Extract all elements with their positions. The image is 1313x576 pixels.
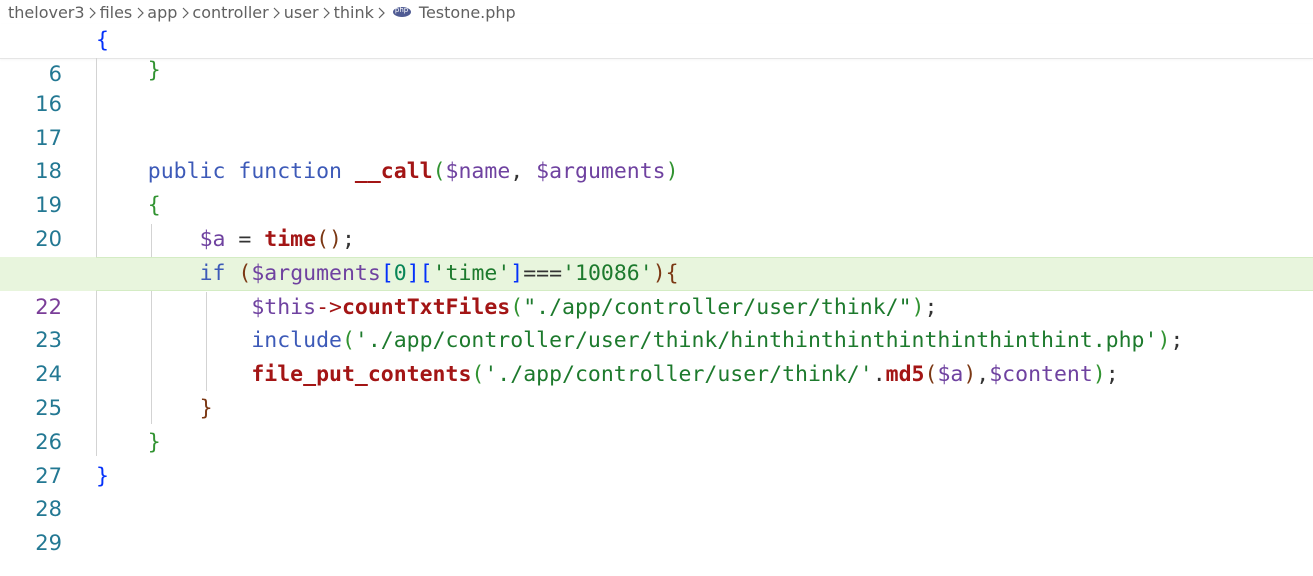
- line-number: 29: [35, 531, 62, 556]
- code-text: public function __call($name, $arguments…: [147, 159, 679, 185]
- function-call: time: [264, 226, 317, 252]
- code-text: $this->countTxtFiles("./app/controller/u…: [251, 294, 938, 320]
- number: 0: [393, 260, 407, 286]
- code-text: {: [96, 189, 161, 223]
- function-name: __call: [354, 159, 433, 185]
- code-line[interactable]: 16 }: [0, 54, 1313, 116]
- code-text: include('./app/controller/user/think/hin…: [251, 328, 1184, 354]
- brace: }: [96, 463, 109, 489]
- keyword: function: [238, 159, 342, 185]
- breadcrumb-item-file[interactable]: Testone.php: [419, 3, 516, 22]
- breadcrumb-item-user[interactable]: user: [284, 3, 319, 22]
- keyword: public: [147, 159, 226, 185]
- variable: $content: [989, 362, 1093, 388]
- code-line[interactable]: 25 file_put_contents('./app/controller/u…: [0, 358, 1313, 420]
- code-text: }: [96, 392, 213, 426]
- string: './app/controller/user/think/hinthinthin…: [354, 328, 1158, 354]
- breadcrumb-item-controller[interactable]: controller: [192, 3, 268, 22]
- code-line[interactable]: 28 }: [0, 460, 1313, 522]
- code-text: file_put_contents('./app/controller/user…: [251, 362, 1119, 388]
- chevron-right-icon: [85, 3, 100, 22]
- php-file-icon: [392, 6, 411, 17]
- code-text: {: [96, 28, 109, 53]
- string: '10086': [562, 260, 653, 286]
- brace: }: [147, 58, 161, 83]
- code-line[interactable]: 18: [0, 122, 1313, 183]
- function-call: file_put_contents: [251, 362, 472, 388]
- code-line[interactable]: 24 include('./app/controller/user/think/…: [0, 324, 1313, 386]
- breadcrumb-item-files[interactable]: files: [100, 3, 133, 22]
- chevron-right-icon: [319, 3, 334, 22]
- operator: ->: [316, 294, 342, 320]
- code-line[interactable]: 19 public function __call($name, $argume…: [0, 155, 1313, 217]
- variable: $name: [445, 159, 511, 185]
- chevron-right-icon: [177, 3, 192, 22]
- code-text: $a = time();: [199, 226, 355, 252]
- function-call: md5: [885, 362, 925, 388]
- string: 'time': [432, 260, 511, 286]
- code-text: }: [96, 460, 109, 494]
- function-call: countTxtFiles: [341, 294, 511, 320]
- code-line[interactable]: 17: [0, 88, 1313, 150]
- code-line[interactable]: 26 }: [0, 392, 1313, 454]
- breadcrumb-item-app[interactable]: app: [147, 3, 177, 22]
- code-text: }: [96, 426, 161, 460]
- string: './app/controller/user/think/': [484, 362, 873, 388]
- brace: }: [199, 395, 213, 421]
- breadcrumb: thelover3 files app controller user thin…: [0, 0, 1313, 24]
- chevron-right-icon: [132, 3, 147, 22]
- code-text: }: [96, 54, 161, 88]
- variable: $this: [251, 294, 317, 320]
- keyword: include: [251, 328, 342, 354]
- variable: $arguments: [251, 260, 381, 286]
- code-text: if ($arguments[0]['time']==='10086'){: [199, 260, 679, 286]
- variable: $a: [937, 362, 964, 388]
- line-number: 22: [35, 294, 62, 319]
- operator: ===: [523, 260, 563, 286]
- chevron-right-icon: [374, 3, 389, 22]
- code-line[interactable]: 20 {: [0, 189, 1313, 251]
- variable: $a: [199, 226, 226, 252]
- string: "./app/controller/user/think/": [523, 294, 912, 320]
- breadcrumb-item-think[interactable]: think: [334, 3, 374, 22]
- brace: }: [147, 429, 161, 455]
- code-line[interactable]: 27 }: [0, 426, 1313, 488]
- code-line-active[interactable]: 22 if ($arguments[0]['time']==='10086'){: [0, 256, 1313, 319]
- chevron-right-icon: [269, 3, 284, 22]
- code-line[interactable]: 21 $a = time();: [0, 223, 1313, 285]
- code-editor[interactable]: 16 } 17 18 19 public function __call($na…: [0, 54, 1313, 555]
- code-line[interactable]: 23 $this->countTxtFiles("./app/controlle…: [0, 291, 1313, 353]
- brace: {: [147, 193, 161, 219]
- keyword: if: [199, 260, 226, 286]
- code-line[interactable]: 29: [0, 493, 1313, 555]
- variable: $arguments: [536, 159, 666, 185]
- breadcrumb-item-thelover3[interactable]: thelover3: [8, 3, 85, 22]
